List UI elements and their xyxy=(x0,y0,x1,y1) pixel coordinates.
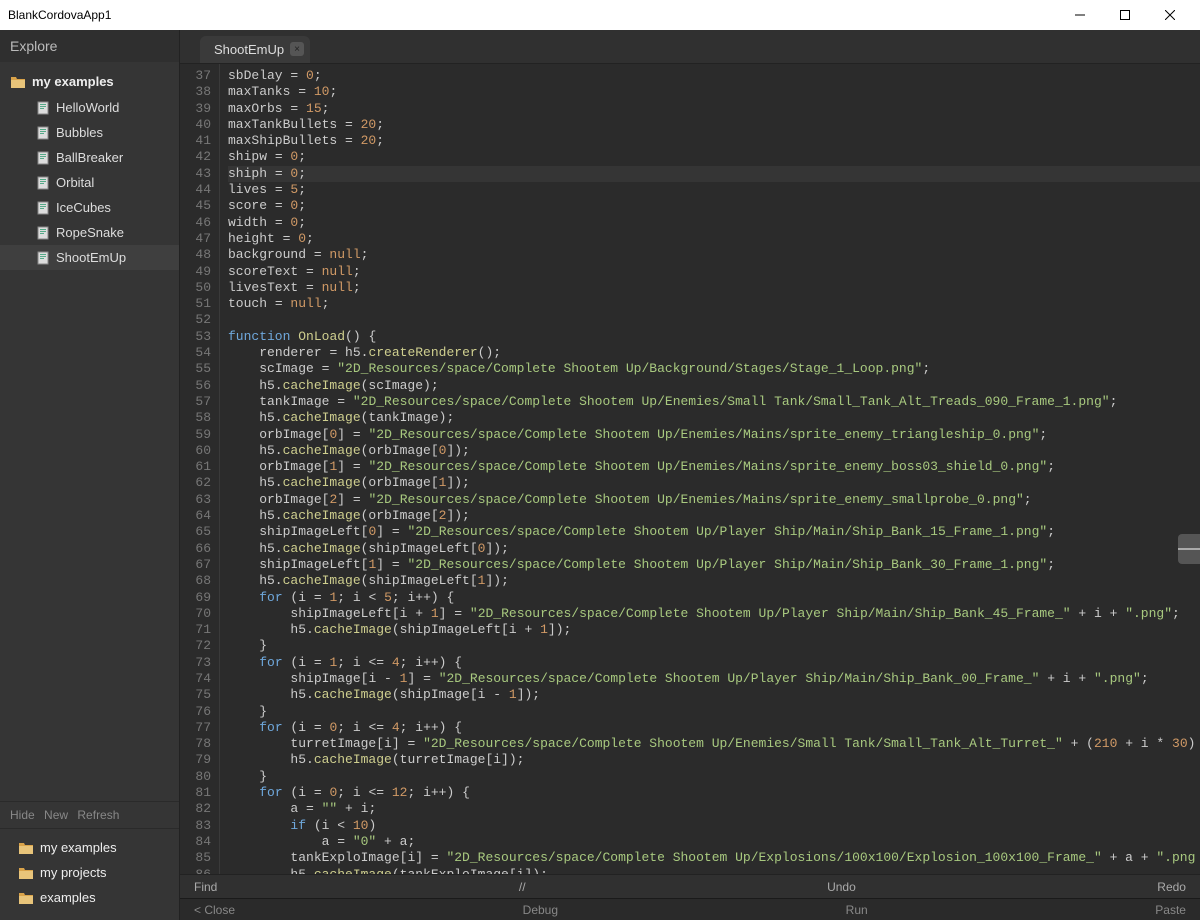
minimize-button[interactable] xyxy=(1057,0,1102,30)
tree-item-label: Bubbles xyxy=(56,125,103,140)
close-button[interactable] xyxy=(1147,0,1192,30)
file-tree: my examples HelloWorld Bubbles BallBreaker… xyxy=(0,62,179,801)
status-paste[interactable]: Paste xyxy=(1141,903,1200,917)
tree-item-icecubes[interactable]: IceCubes xyxy=(0,195,179,220)
sidebar-header: Explore xyxy=(0,30,179,62)
tree-item-orbital[interactable]: Orbital xyxy=(0,170,179,195)
bottom-folder-examples[interactable]: examples xyxy=(0,885,179,910)
tree-item-ballbreaker[interactable]: BallBreaker xyxy=(0,145,179,170)
side-panel-handle[interactable] xyxy=(1178,534,1200,564)
folder-icon xyxy=(10,75,26,89)
tree-item-label: BallBreaker xyxy=(56,150,123,165)
action-hide[interactable]: Hide xyxy=(10,808,35,822)
folder-icon xyxy=(18,841,34,855)
tab-close-icon[interactable]: × xyxy=(290,42,304,56)
bottom-folder-my-examples[interactable]: my examples xyxy=(0,835,179,860)
status-comment[interactable]: // xyxy=(505,880,540,894)
statusbar-primary: Find // Undo Redo xyxy=(180,874,1200,898)
file-icon xyxy=(36,226,50,240)
tree-item-ropesnake[interactable]: RopeSnake xyxy=(0,220,179,245)
tab-bar: ShootEmUp × xyxy=(180,30,1200,64)
tree-folder-my-examples[interactable]: my examples xyxy=(0,68,179,95)
tree-item-bubbles[interactable]: Bubbles xyxy=(0,120,179,145)
tab-label: ShootEmUp xyxy=(214,42,284,57)
window-title: BlankCordovaApp1 xyxy=(8,8,1057,22)
code-editor[interactable]: 3738394041424344454647484950515253545556… xyxy=(180,64,1200,874)
folder-icon xyxy=(18,891,34,905)
tree-item-helloworld[interactable]: HelloWorld xyxy=(0,95,179,120)
status-find[interactable]: Find xyxy=(180,880,231,894)
folder-icon xyxy=(18,866,34,880)
code-content[interactable]: sbDelay = 0;maxTanks = 10;maxOrbs = 15;m… xyxy=(220,64,1200,874)
maximize-button[interactable] xyxy=(1102,0,1147,30)
file-icon xyxy=(36,201,50,215)
bottom-folder-label: examples xyxy=(40,890,96,905)
bottom-folder-my-projects[interactable]: my projects xyxy=(0,860,179,885)
sidebar: Explore my examples HelloWorld Bubbles Bal… xyxy=(0,30,180,920)
line-gutter: 3738394041424344454647484950515253545556… xyxy=(180,64,220,874)
file-icon xyxy=(36,101,50,115)
statusbar-secondary: < Close Debug Run Paste xyxy=(180,898,1200,920)
file-icon xyxy=(36,251,50,265)
status-redo[interactable]: Redo xyxy=(1143,880,1200,894)
status-close[interactable]: < Close xyxy=(180,903,249,917)
tree-item-label: RopeSnake xyxy=(56,225,124,240)
file-icon xyxy=(36,151,50,165)
tree-item-shootemup[interactable]: ShootEmUp xyxy=(0,245,179,270)
file-icon xyxy=(36,126,50,140)
bottom-folder-label: my examples xyxy=(40,840,117,855)
tree-item-label: ShootEmUp xyxy=(56,250,126,265)
status-undo[interactable]: Undo xyxy=(813,880,870,894)
bottom-folder-label: my projects xyxy=(40,865,106,880)
action-new[interactable]: New xyxy=(44,808,68,822)
tab-shootemup[interactable]: ShootEmUp × xyxy=(200,36,310,63)
tree-item-label: Orbital xyxy=(56,175,94,190)
tree-item-label: HelloWorld xyxy=(56,100,119,115)
status-debug[interactable]: Debug xyxy=(509,903,572,917)
sidebar-actions: Hide New Refresh xyxy=(0,801,179,829)
tree-item-label: IceCubes xyxy=(56,200,111,215)
editor-area: ShootEmUp × 3738394041424344454647484950… xyxy=(180,30,1200,920)
file-icon xyxy=(36,176,50,190)
tree-folder-label: my examples xyxy=(32,74,114,89)
status-run[interactable]: Run xyxy=(832,903,882,917)
titlebar: BlankCordovaApp1 xyxy=(0,0,1200,30)
bottom-tree: my examples my projects examples xyxy=(0,829,179,920)
action-refresh[interactable]: Refresh xyxy=(77,808,119,822)
